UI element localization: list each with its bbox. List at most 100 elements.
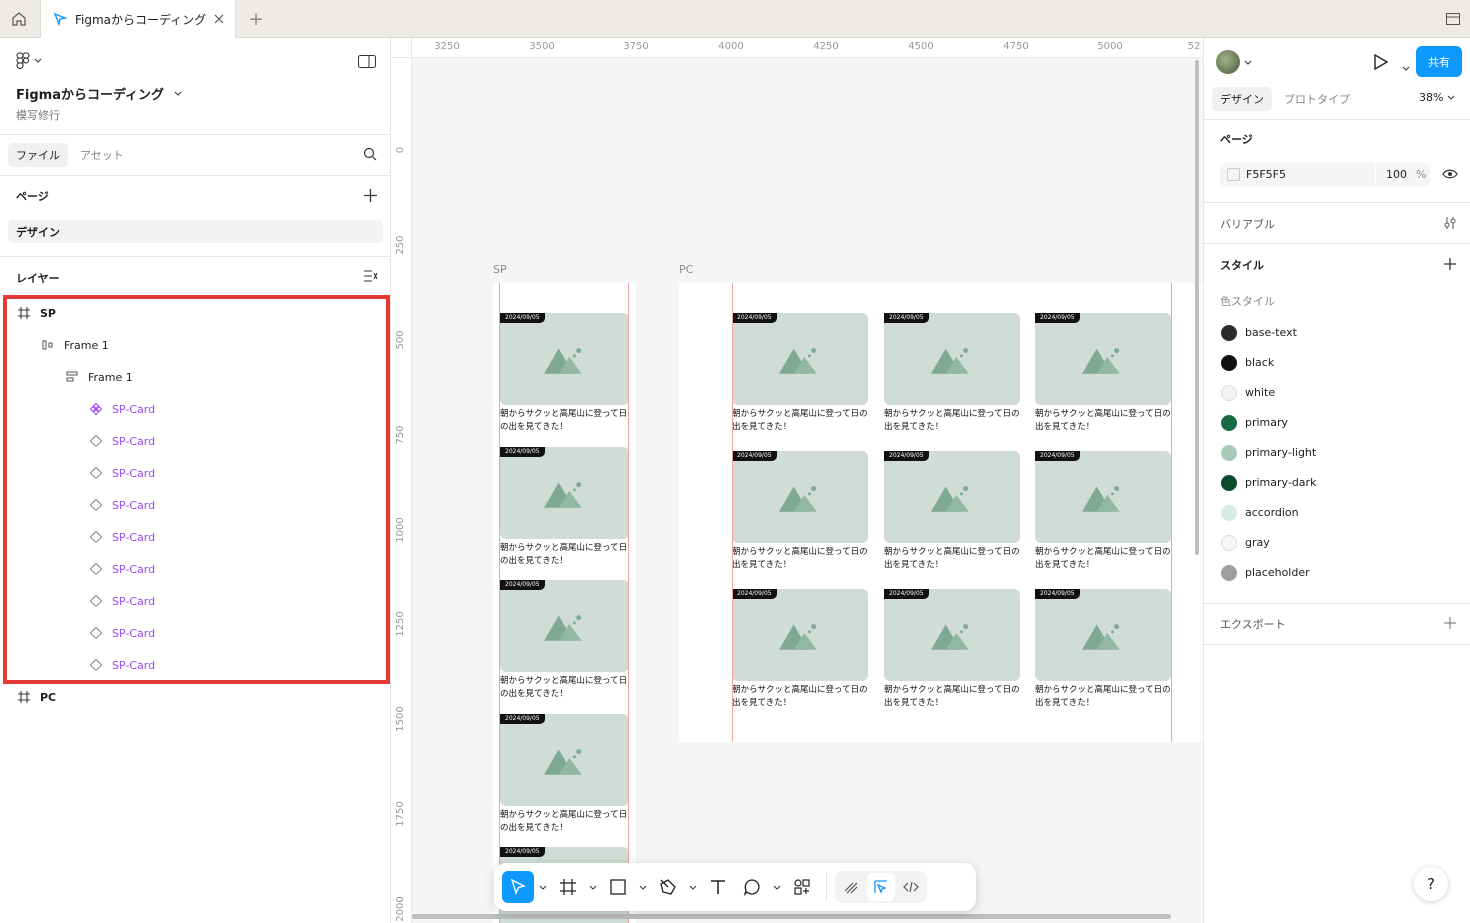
card-title-line: 朝からサクッと高尾山に登って日の: [732, 547, 868, 557]
color-style-name[interactable]: placeholder: [1245, 566, 1310, 579]
pen-tool-button[interactable]: [652, 871, 684, 903]
zoom-dropdown[interactable]: 38%: [1419, 91, 1455, 104]
vertical-scrollbar[interactable]: [1195, 60, 1199, 555]
color-style-swatch[interactable]: [1221, 475, 1237, 491]
card[interactable]: 2024/09/05 朝からサクッと高尾山に登って日の出を見てきた！: [500, 580, 629, 702]
card[interactable]: 2024/09/05 朝からサクッと高尾山に登って日の出を見てきた！: [500, 313, 629, 435]
color-style-name[interactable]: base-text: [1245, 326, 1297, 339]
card-title-line: 朝からサクッと高尾山に登って日: [500, 409, 628, 419]
pc-frame[interactable]: 2024/09/05 朝からサクッと高尾山に登って日の 出を見てきた！ 2024/09…: [679, 283, 1203, 742]
frame-label-pc[interactable]: PC: [679, 263, 693, 276]
card[interactable]: 2024/09/05 朝からサクッと高尾山に登って日の出を見てきた！: [884, 313, 1020, 435]
color-style-name[interactable]: white: [1245, 386, 1275, 399]
card-title-line: 朝からサクッと高尾山に登って日の: [1035, 547, 1171, 557]
color-style-swatch[interactable]: [1221, 445, 1237, 461]
add-style-icon[interactable]: [1444, 258, 1456, 273]
window-panel-icon[interactable]: [1446, 0, 1460, 38]
card-title-line: 出を見てきた！: [884, 698, 944, 708]
frame-label-sp[interactable]: SP: [493, 263, 507, 276]
color-style-name[interactable]: accordion: [1245, 506, 1299, 519]
card[interactable]: 2024/09/05 朝からサクッと高尾山に登って日の出を見てきた！: [884, 451, 1020, 573]
card[interactable]: 2024/09/05 朝からサクッと高尾山に登って日の出を見てきた！: [884, 589, 1020, 711]
frame-tool-button[interactable]: [552, 871, 584, 903]
present-play-icon[interactable]: [1374, 53, 1389, 73]
actions-button[interactable]: [786, 871, 818, 903]
card[interactable]: 2024/09/05 朝からサクッと高尾山に登って日の出を見てきた！: [500, 714, 629, 836]
sp-frame[interactable]: 2024/09/05 朝からサクッと高尾山に登って日 の出を見てきた！ 2024/09…: [493, 283, 636, 923]
color-style-name[interactable]: primary-dark: [1245, 476, 1316, 489]
card[interactable]: 2024/09/05 朝からサクッと高尾山に登って日の出を見てきた！: [732, 313, 868, 435]
card-title-line: の出を見てきた！: [500, 689, 568, 699]
dev-mode-button[interactable]: [897, 873, 925, 901]
color-style-swatch[interactable]: [1221, 535, 1237, 551]
color-style-swatch[interactable]: [1221, 385, 1237, 401]
text-tool-button[interactable]: [702, 871, 734, 903]
color-style-swatch[interactable]: [1221, 505, 1237, 521]
layer-pc[interactable]: PC: [18, 681, 56, 713]
page-item-design[interactable]: デザイン: [8, 220, 383, 243]
color-style-swatch[interactable]: [1221, 415, 1237, 431]
design-mode-button[interactable]: [867, 873, 895, 901]
card[interactable]: 2024/09/05 朝からサクッと高尾山に登って日の出を見てきた！: [732, 589, 868, 711]
card[interactable]: 2024/09/05 朝からサクッと高尾山に登って日の出を見てきた！: [1035, 589, 1171, 711]
search-icon[interactable]: [363, 147, 377, 164]
card-title: 朝からサクッと高尾山に登って日の出を見てきた！: [1035, 684, 1177, 710]
chevron-down-icon[interactable]: [770, 871, 784, 903]
image-placeholder-icon: [543, 348, 582, 374]
share-button[interactable]: 共有: [1416, 46, 1462, 77]
card[interactable]: 2024/09/05 朝からサクッと高尾山に登って日の出を見てきた！: [500, 447, 629, 569]
file-name[interactable]: Figmaからコーディング: [16, 84, 182, 103]
card-image: [884, 451, 1020, 543]
variables-label[interactable]: バリアブル: [1220, 216, 1275, 232]
chevron-down-icon[interactable]: [536, 871, 550, 903]
comment-tool-button[interactable]: [736, 871, 768, 903]
page-color-field[interactable]: F5F5F5 100 %: [1220, 163, 1430, 187]
home-icon[interactable]: [0, 0, 38, 38]
page-color-value[interactable]: F5F5F5: [1246, 168, 1286, 181]
color-style-name[interactable]: black: [1245, 356, 1274, 369]
card[interactable]: 2024/09/05 朝からサクッと高尾山に登って日の出を見てきた！: [1035, 313, 1171, 435]
card-image: [500, 313, 629, 405]
close-tab-icon[interactable]: [214, 14, 224, 24]
color-style-swatch[interactable]: [1221, 355, 1237, 371]
rectangle-tool-button[interactable]: [602, 871, 634, 903]
horizontal-scrollbar[interactable]: [412, 914, 1171, 919]
new-tab-button[interactable]: +: [244, 0, 268, 38]
chevron-down-icon[interactable]: [636, 871, 650, 903]
export-label[interactable]: エクスポート: [1220, 616, 1286, 632]
ruler-tick: 3750: [623, 41, 649, 52]
toggle-sidebar-icon[interactable]: [358, 55, 376, 72]
tab-file[interactable]: ファイル: [8, 143, 68, 167]
page-opacity-value[interactable]: 100: [1386, 168, 1407, 181]
tab-assets[interactable]: アセット: [80, 147, 124, 163]
main-menu-button[interactable]: [16, 52, 42, 70]
card[interactable]: 2024/09/05 朝からサクッと高尾山に登って日の出を見てきた！: [732, 451, 868, 573]
help-button[interactable]: ?: [1414, 867, 1448, 901]
add-page-icon[interactable]: [364, 189, 377, 205]
tab-prototype[interactable]: プロトタイプ: [1284, 91, 1350, 107]
draw-mode-button[interactable]: [837, 873, 865, 901]
color-style-name[interactable]: primary-light: [1245, 446, 1316, 459]
chevron-down-icon[interactable]: [1402, 60, 1410, 74]
color-style-swatch[interactable]: [1221, 325, 1237, 341]
move-tool-button[interactable]: [502, 871, 534, 903]
file-tab[interactable]: Figmaからコーディング: [40, 0, 236, 38]
chevron-down-icon[interactable]: [686, 871, 700, 903]
card-title: 朝からサクッと高尾山に登って日の出を見てきた！: [884, 684, 1026, 710]
canvas[interactable]: 3250 3500 3750 4000 4250 4500 4750 5000 …: [392, 38, 1203, 923]
add-export-icon[interactable]: [1444, 617, 1456, 632]
collapse-layers-icon[interactable]: [364, 270, 378, 285]
card-image: [884, 589, 1020, 681]
tab-design[interactable]: デザイン: [1212, 87, 1272, 111]
variables-adjust-icon[interactable]: [1444, 217, 1456, 232]
chevron-down-icon[interactable]: [586, 871, 600, 903]
ruler-tick: 1750: [395, 801, 406, 827]
card[interactable]: 2024/09/05 朝からサクッと高尾山に登って日の出を見てきた！: [1035, 451, 1171, 573]
color-style-swatch[interactable]: [1221, 565, 1237, 581]
page-color-swatch[interactable]: [1227, 168, 1240, 181]
user-avatar-menu[interactable]: [1216, 50, 1252, 74]
eye-icon[interactable]: [1442, 168, 1458, 183]
card-image: [884, 313, 1020, 405]
color-style-name[interactable]: gray: [1245, 536, 1270, 549]
color-style-name[interactable]: primary: [1245, 416, 1288, 429]
